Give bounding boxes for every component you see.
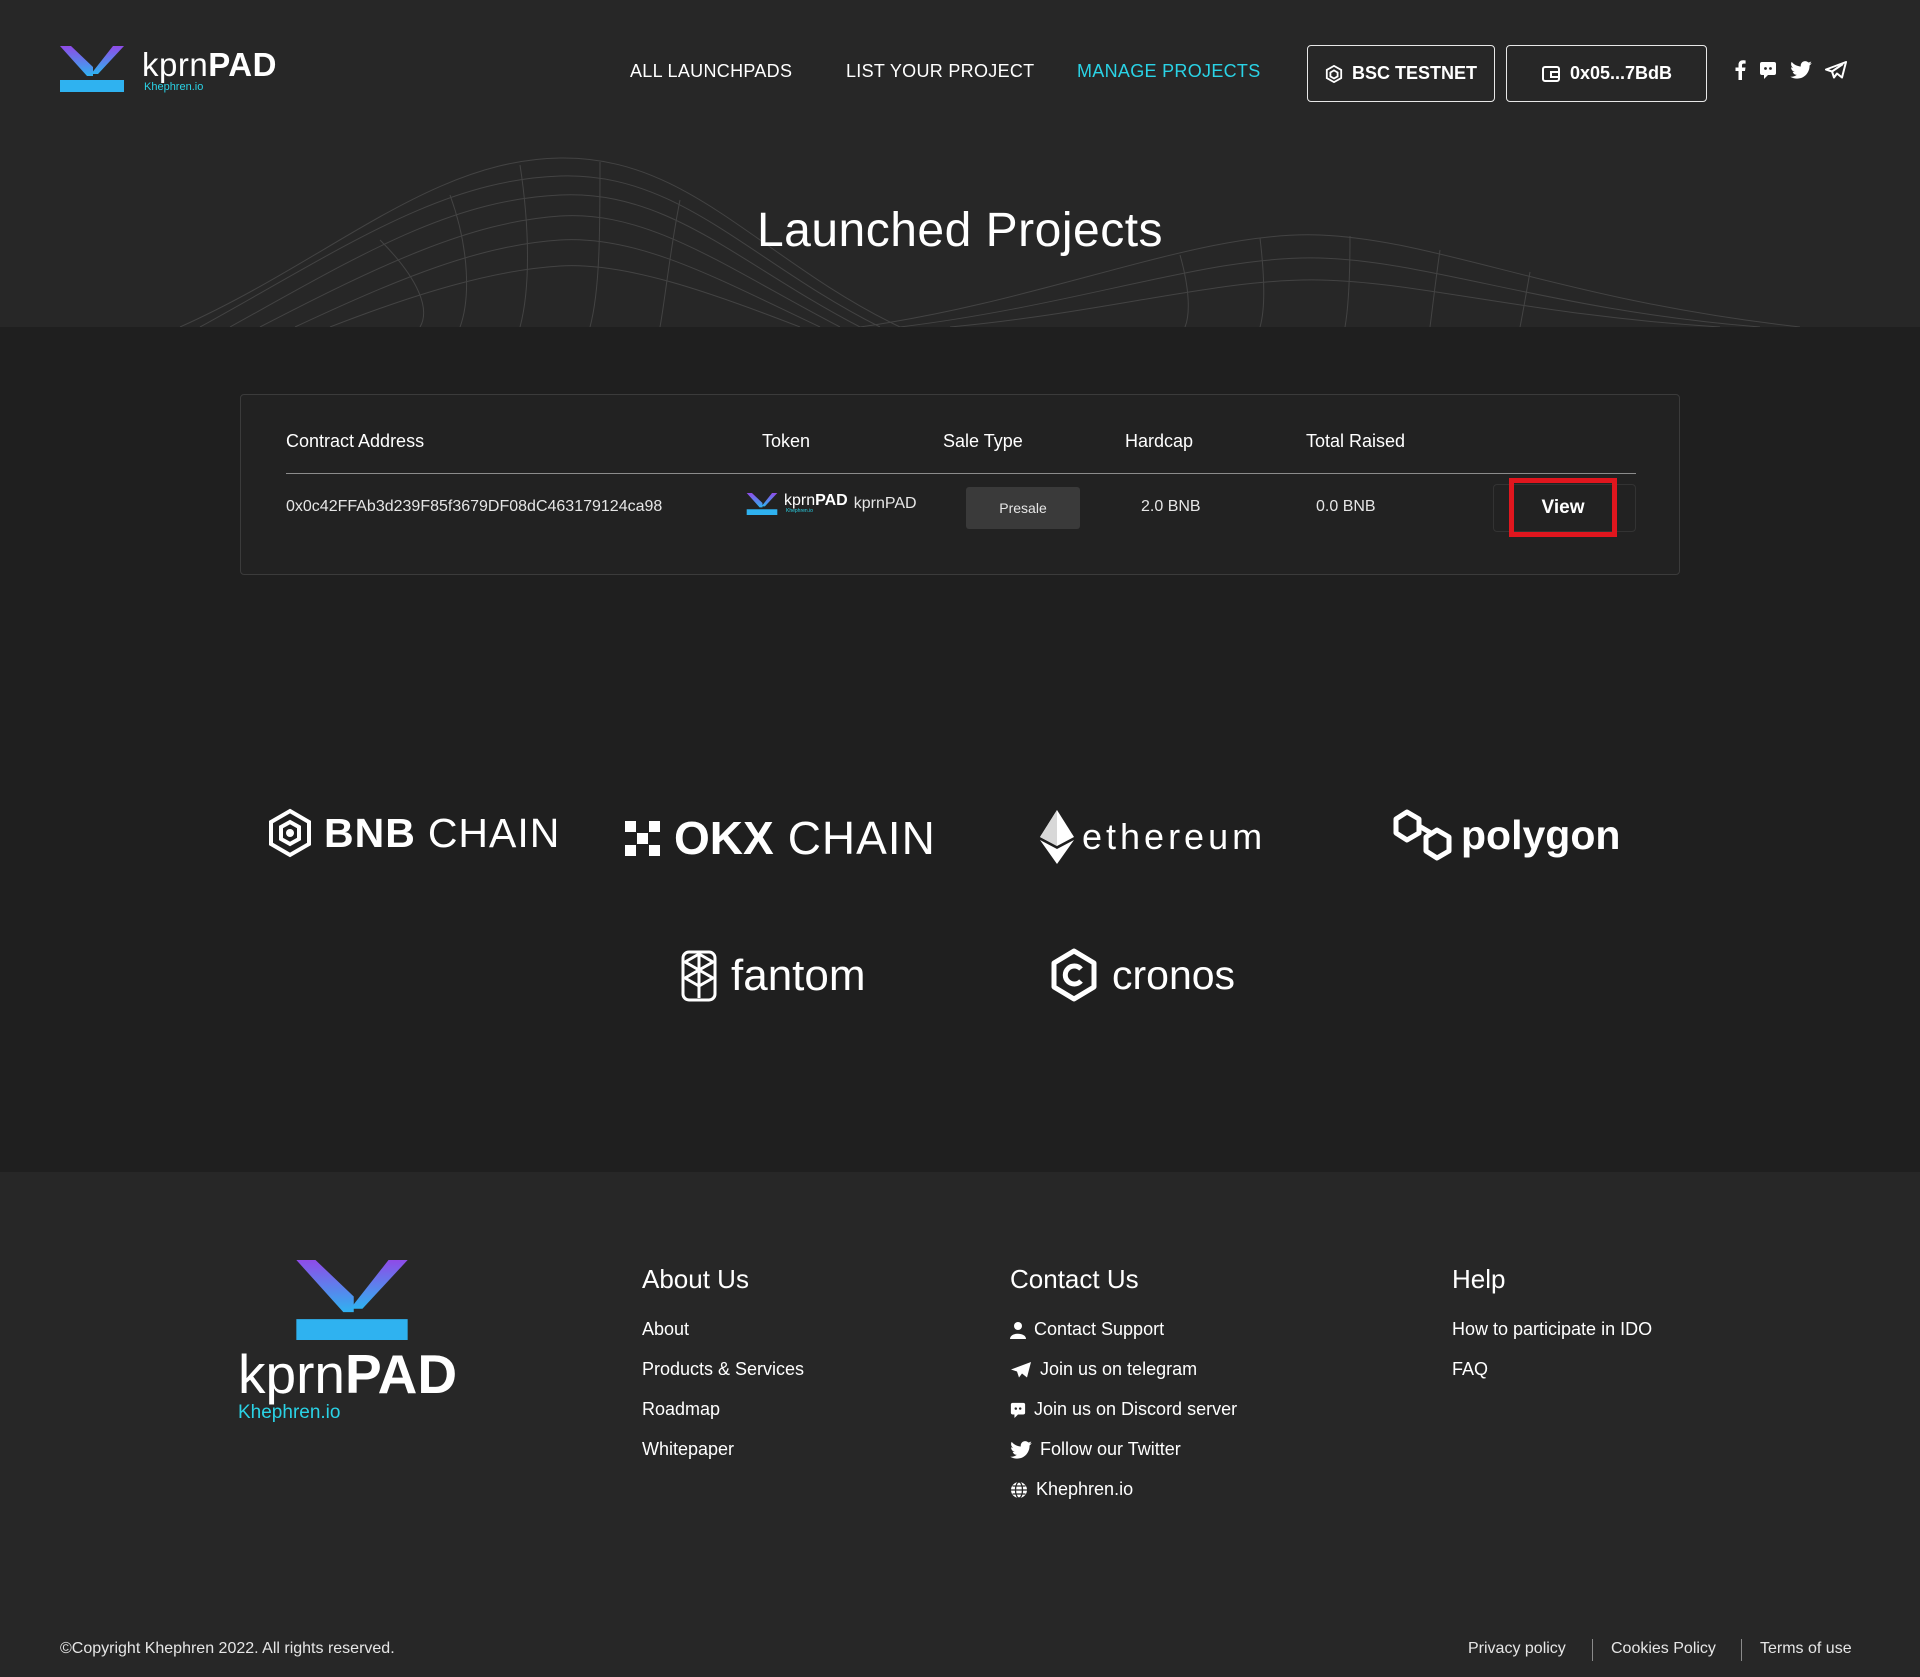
help-heading: Help <box>1452 1264 1506 1294</box>
fantom-label: fantom <box>731 951 866 1000</box>
nav-manage-projects[interactable]: MANAGE PROJECTS <box>1077 61 1261 82</box>
privacy-policy-link[interactable]: Privacy policy <box>1468 1640 1566 1658</box>
discord-icon[interactable] <box>1759 61 1777 79</box>
telegram-icon <box>1010 1361 1032 1379</box>
bnb-light-label: CHAIN <box>427 809 561 856</box>
contract-address[interactable]: 0x0c42FFAb3d239F85f3679DF08dC463179124ca… <box>286 498 662 516</box>
ethereum-logo[interactable]: ethereum <box>1040 810 1266 864</box>
token-logo-mark <box>746 493 778 515</box>
legal-divider <box>1592 1639 1593 1661</box>
wallet-button[interactable]: 0x05...7BdB <box>1506 45 1707 102</box>
bnb-bold-label: BNB <box>324 809 416 856</box>
cronos-label: cronos <box>1112 951 1236 998</box>
table-header-divider <box>286 473 1636 474</box>
bnb-chain-icon <box>1325 64 1343 83</box>
page-title: Launched Projects <box>756 204 1164 257</box>
token-cell: kprnPAD Khephren.io kprnPAD <box>746 493 917 515</box>
col-header-sale-type: Sale Type <box>943 431 1023 451</box>
kprnpad-logo-mark <box>60 46 124 92</box>
token-logo-light: kprn <box>784 492 816 509</box>
bnb-chain-icon <box>269 808 311 858</box>
footer-link-roadmap[interactable]: Roadmap <box>642 1399 720 1420</box>
contact-us-heading: Contact Us <box>1010 1264 1139 1294</box>
brand-name-light: kprn <box>142 46 209 83</box>
okx-icon <box>625 820 660 856</box>
footer-link-about[interactable]: About <box>642 1319 689 1340</box>
footer-brand-subtitle: Khephren.io <box>238 1402 341 1423</box>
telegram-icon[interactable] <box>1825 61 1847 79</box>
telegram-label: Join us on telegram <box>1040 1359 1198 1379</box>
footer-logo-mark <box>296 1260 408 1340</box>
about-us-heading: About Us <box>642 1264 749 1294</box>
network-label: BSC TESTNET <box>1351 63 1477 83</box>
website-label: Khephren.io <box>1036 1479 1134 1499</box>
ethereum-icon <box>1040 810 1074 864</box>
footer-brand-bold: PAD <box>345 1343 458 1405</box>
fantom-logo[interactable]: fantom <box>679 948 866 1004</box>
ethereum-label: ethereum <box>1082 816 1267 857</box>
wallet-icon <box>1541 64 1561 84</box>
network-button[interactable]: BSC TESTNET <box>1307 45 1495 102</box>
footer-link-faq[interactable]: FAQ <box>1452 1359 1488 1380</box>
cronos-logo[interactable]: cronos <box>1050 948 1235 1002</box>
footer-link-how-to-participate[interactable]: How to participate in IDO <box>1452 1319 1652 1340</box>
footer-link-discord[interactable]: Join us on Discord server <box>1010 1399 1237 1420</box>
footer-link-twitter[interactable]: Follow our Twitter <box>1010 1439 1181 1460</box>
total-raised-value: 0.0 BNB <box>1316 498 1376 515</box>
cookies-policy-link[interactable]: Cookies Policy <box>1611 1640 1716 1658</box>
footer-link-products[interactable]: Products & Services <box>642 1359 804 1380</box>
footer-brand-light: kprn <box>238 1343 345 1405</box>
footer-link-telegram[interactable]: Join us on telegram <box>1010 1359 1197 1380</box>
twitter-label: Follow our Twitter <box>1040 1439 1181 1459</box>
col-header-total-raised: Total Raised <box>1306 431 1406 451</box>
polygon-logo[interactable]: polygon <box>1393 808 1620 862</box>
twitter-icon <box>1010 1440 1032 1459</box>
social-links <box>1734 60 1847 80</box>
col-header-hardcap: Hardcap <box>1125 431 1194 451</box>
facebook-icon[interactable] <box>1734 60 1746 80</box>
token-logo: kprnPAD Khephren.io <box>746 493 848 515</box>
fantom-icon <box>681 950 717 1002</box>
twitter-icon[interactable] <box>1790 61 1812 79</box>
token-name: kprnPAD <box>853 495 917 512</box>
polygon-icon <box>1393 809 1452 861</box>
sale-type-badge: Presale <box>966 487 1080 529</box>
bnb-chain-logo[interactable]: BNB CHAIN <box>266 808 560 858</box>
token-logo-bold: PAD <box>815 492 848 509</box>
discord-label: Join us on Discord server <box>1034 1399 1238 1419</box>
user-icon <box>1010 1321 1026 1339</box>
okx-bold-label: OKX <box>674 812 774 864</box>
brand-logo[interactable]: kprnPAD Khephren.io <box>60 46 277 93</box>
header: kprnPAD Khephren.io ALL LAUNCHPADS LIST … <box>0 0 1920 327</box>
col-header-contract: Contract Address <box>286 431 425 451</box>
globe-icon <box>1010 1480 1028 1499</box>
okx-chain-logo[interactable]: OKX CHAIN <box>625 811 936 865</box>
discord-icon <box>1010 1402 1026 1418</box>
copyright-text: ©Copyright Khephren 2022. All rights res… <box>60 1640 395 1657</box>
projects-table: Contract Address Token Sale Type Hardcap… <box>240 394 1680 575</box>
footer-link-website[interactable]: Khephren.io <box>1010 1479 1133 1500</box>
view-button[interactable]: View <box>1509 478 1617 537</box>
footer-link-contact-support[interactable]: Contact Support <box>1010 1319 1164 1340</box>
legal-divider <box>1741 1639 1742 1661</box>
terms-of-use-link[interactable]: Terms of use <box>1760 1640 1852 1658</box>
cronos-icon <box>1051 948 1097 1002</box>
footer-link-whitepaper[interactable]: Whitepaper <box>642 1439 734 1460</box>
brand-name-bold: PAD <box>208 46 277 83</box>
footer-brand-logo[interactable]: kprnPAD Khephren.io <box>238 1260 478 1424</box>
footer: kprnPAD Khephren.io About Us About Produ… <box>0 1172 1920 1677</box>
contact-support-label: Contact Support <box>1034 1319 1165 1339</box>
polygon-label: polygon <box>1461 811 1621 858</box>
nav-list-your-project[interactable]: LIST YOUR PROJECT <box>846 61 1034 82</box>
okx-light-label: CHAIN <box>787 812 936 864</box>
col-header-token: Token <box>762 431 811 451</box>
hardcap-value: 2.0 BNB <box>1141 498 1201 515</box>
wallet-address: 0x05...7BdB <box>1569 63 1673 83</box>
nav-all-launchpads[interactable]: ALL LAUNCHPADS <box>630 61 792 82</box>
